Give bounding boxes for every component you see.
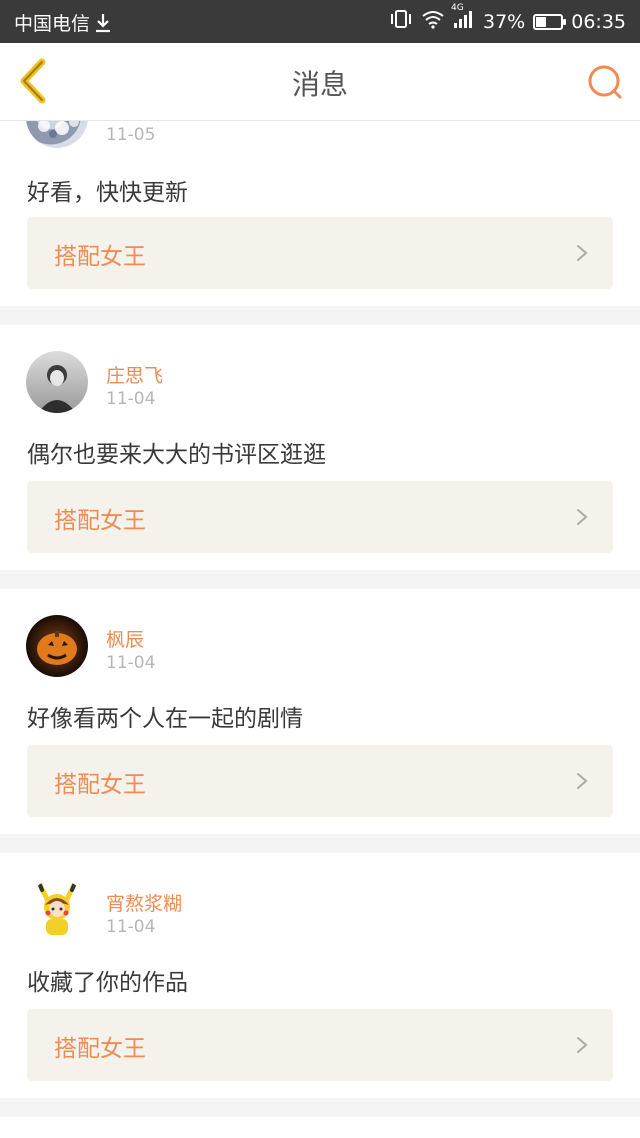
message-date: 11-04: [106, 917, 156, 937]
wifi-icon: [421, 9, 445, 34]
message-date: 11-04: [106, 653, 156, 673]
message-text: 好像看两个人在一起的剧情: [27, 706, 303, 732]
battery-icon: [533, 13, 567, 30]
work-title: 搭配女王: [54, 244, 146, 270]
network-label: 4G: [451, 3, 464, 13]
message-text: 好看，快快更新: [27, 180, 188, 206]
message-date: 11-05: [106, 125, 156, 145]
avatar[interactable]: [26, 351, 88, 413]
username[interactable]: 枫辰: [106, 625, 144, 652]
search-icon: [588, 65, 622, 99]
page-title: 消息: [291, 68, 348, 101]
message-card: 宵熬浆糊 11-04 收藏了你的作品 搭配女王: [0, 853, 640, 1098]
message-list[interactable]: 11-05 好看，快快更新 搭配女王 庄思飞 11-04 偶尔也要来大大的书评区…: [0, 121, 640, 1138]
signal-icon: 4G: [451, 3, 475, 34]
message-card: 11-05 好看，快快更新 搭配女王: [0, 121, 640, 306]
work-title: 搭配女王: [54, 772, 146, 798]
avatar[interactable]: [26, 121, 88, 148]
status-right: 4G 37% 06:35: [389, 3, 626, 34]
work-link[interactable]: 搭配女王: [27, 1009, 613, 1081]
work-link[interactable]: 搭配女王: [27, 481, 613, 553]
message-date: 11-04: [106, 389, 156, 409]
status-bar: 中国电信 4G 37% 06:35: [0, 0, 640, 43]
download-icon: [94, 12, 112, 34]
avatar[interactable]: [26, 879, 88, 941]
work-link[interactable]: 搭配女王: [27, 745, 613, 817]
nav-bar: 消息: [0, 43, 640, 121]
work-title: 搭配女王: [54, 508, 146, 534]
battery-percent: 37%: [483, 10, 526, 33]
vibrate-icon: [389, 9, 413, 34]
message-text: 偶尔也要来大大的书评区逛逛: [27, 442, 326, 468]
chevron-right-icon: [577, 245, 588, 261]
message-card: [0, 1117, 640, 1138]
message-card: 庄思飞 11-04 偶尔也要来大大的书评区逛逛 搭配女王: [0, 325, 640, 570]
username[interactable]: 宵熬浆糊: [106, 889, 182, 916]
work-title: 搭配女王: [54, 1036, 146, 1062]
search-button[interactable]: [586, 63, 624, 101]
message-card: 枫辰 11-04 好像看两个人在一起的剧情 搭配女王: [0, 589, 640, 834]
chevron-right-icon: [577, 773, 588, 789]
carrier-label: 中国电信: [14, 13, 91, 35]
message-text: 收藏了你的作品: [27, 970, 188, 996]
username[interactable]: 庄思飞: [106, 361, 163, 388]
work-link[interactable]: 搭配女王: [27, 217, 613, 289]
avatar[interactable]: [26, 615, 88, 677]
status-left: 中国电信: [14, 9, 112, 36]
clock: 06:35: [571, 10, 626, 33]
chevron-right-icon: [577, 1037, 588, 1053]
chevron-right-icon: [577, 509, 588, 525]
